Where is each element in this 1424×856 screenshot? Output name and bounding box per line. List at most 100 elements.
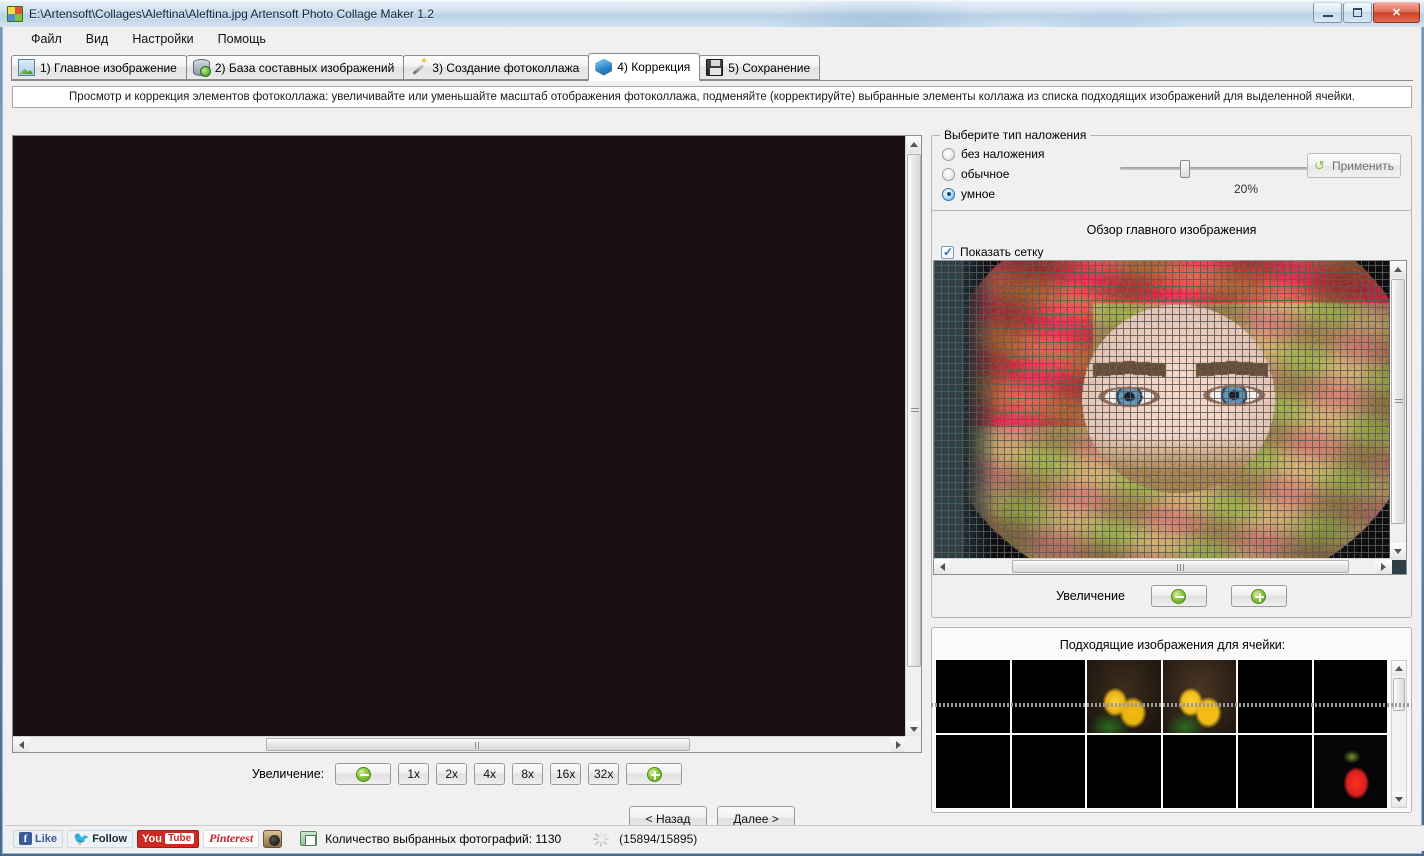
mosaic-tile[interactable] [845, 178, 866, 199]
mosaic-tile[interactable] [366, 551, 387, 572]
mosaic-tile[interactable] [574, 676, 595, 697]
mosaic-tile[interactable] [138, 551, 159, 572]
mosaic-tile[interactable] [658, 634, 679, 655]
mosaic-tile[interactable] [200, 655, 221, 676]
mosaic-tile[interactable] [512, 489, 533, 510]
mosaic-tile[interactable] [283, 427, 304, 448]
mosaic-tile[interactable] [824, 178, 845, 199]
mosaic-tile[interactable] [117, 510, 138, 531]
mosaic-tile[interactable] [741, 136, 762, 157]
mosaic-tile[interactable] [117, 302, 138, 323]
mosaic-tile[interactable] [450, 302, 471, 323]
mosaic-tile[interactable] [761, 717, 782, 738]
mosaic-tile[interactable] [595, 302, 616, 323]
mosaic-tile[interactable] [616, 447, 637, 468]
mosaic-tile[interactable] [242, 323, 263, 344]
mosaic-tile[interactable] [408, 634, 429, 655]
mosaic-tile[interactable] [595, 447, 616, 468]
mosaic-tile[interactable] [450, 593, 471, 614]
mosaic-tile[interactable] [824, 302, 845, 323]
mosaic-tile[interactable] [554, 302, 575, 323]
mosaic-tile[interactable] [678, 530, 699, 551]
mosaic-tile[interactable] [512, 344, 533, 365]
mosaic-tile[interactable] [159, 157, 180, 178]
mosaic-tile[interactable] [221, 676, 242, 697]
mosaic-tile[interactable] [595, 696, 616, 717]
mosaic-tile[interactable] [221, 136, 242, 157]
mosaic-tile[interactable] [325, 634, 346, 655]
mosaic-tile[interactable] [346, 178, 367, 199]
mosaic-tile[interactable] [886, 136, 907, 157]
mosaic-tile[interactable] [470, 364, 491, 385]
mosaic-tile[interactable] [574, 344, 595, 365]
mosaic-tile[interactable] [865, 385, 886, 406]
mosaic-tile[interactable] [761, 510, 782, 531]
mosaic-tile[interactable] [741, 572, 762, 593]
mosaic-tile[interactable] [325, 717, 346, 738]
mosaic-tile[interactable] [283, 447, 304, 468]
mosaic-tile[interactable] [387, 427, 408, 448]
mosaic-tile[interactable] [304, 178, 325, 199]
mosaic-tile[interactable] [450, 136, 471, 157]
mosaic-tile[interactable] [595, 344, 616, 365]
mosaic-tile[interactable] [138, 261, 159, 282]
mosaic-tile[interactable] [304, 489, 325, 510]
mosaic-tile[interactable] [616, 219, 637, 240]
mosaic-tile[interactable] [533, 219, 554, 240]
mosaic-tile[interactable] [450, 281, 471, 302]
mosaic-tile[interactable] [678, 240, 699, 261]
mosaic-tile[interactable] [865, 613, 886, 634]
mosaic-tile[interactable] [450, 344, 471, 365]
mosaic-tile[interactable] [117, 676, 138, 697]
mosaic-tile[interactable] [845, 655, 866, 676]
mosaic-tile[interactable] [865, 655, 886, 676]
mosaic-tile[interactable] [554, 572, 575, 593]
mosaic-tile[interactable] [616, 717, 637, 738]
mosaic-tile[interactable] [554, 385, 575, 406]
mosaic-tile[interactable] [200, 157, 221, 178]
mosaic-tile[interactable] [221, 489, 242, 510]
mosaic-tile[interactable] [325, 530, 346, 551]
mosaic-tile[interactable] [346, 717, 367, 738]
mosaic-tile[interactable] [450, 717, 471, 738]
mosaic-tile[interactable] [242, 717, 263, 738]
mosaic-tile[interactable] [678, 468, 699, 489]
horizontal-splitter[interactable] [931, 703, 1412, 707]
mosaic-tile[interactable] [200, 136, 221, 157]
mosaic-tile[interactable] [491, 178, 512, 199]
mosaic-tile[interactable] [200, 281, 221, 302]
mosaic-tile[interactable] [387, 364, 408, 385]
mosaic-tile[interactable] [450, 510, 471, 531]
mosaic-tile[interactable] [782, 302, 803, 323]
mosaic-tile[interactable] [387, 593, 408, 614]
mosaic-tile[interactable] [824, 157, 845, 178]
pinterest-button[interactable]: Pinterest [203, 829, 260, 848]
mosaic-tile[interactable] [96, 572, 117, 593]
mosaic-tile[interactable] [803, 344, 824, 365]
mosaic-tile[interactable] [761, 364, 782, 385]
preview-horizontal-scrollbar[interactable] [934, 558, 1392, 574]
mosaic-tile[interactable] [75, 655, 96, 676]
mosaic-tile[interactable] [366, 530, 387, 551]
mosaic-tile[interactable] [865, 136, 886, 157]
mosaic-tile[interactable] [387, 696, 408, 717]
mosaic-tile[interactable] [761, 136, 782, 157]
mosaic-tile[interactable] [13, 468, 34, 489]
mosaic-tile[interactable] [865, 530, 886, 551]
mosaic-tile[interactable] [658, 261, 679, 282]
mosaic-tile[interactable] [55, 510, 76, 531]
mosaic-tile[interactable] [138, 198, 159, 219]
mosaic-tile[interactable] [179, 364, 200, 385]
mosaic-tile[interactable] [470, 676, 491, 697]
mosaic-tile[interactable] [886, 468, 907, 489]
mosaic-tile[interactable] [283, 572, 304, 593]
mosaic-tile[interactable] [13, 198, 34, 219]
mosaic-tile[interactable] [616, 427, 637, 448]
mosaic-tile[interactable] [574, 281, 595, 302]
mosaic-tile[interactable] [470, 510, 491, 531]
mosaic-tile[interactable] [699, 219, 720, 240]
mosaic-tile[interactable] [75, 593, 96, 614]
mosaic-tile[interactable] [491, 406, 512, 427]
mosaic-tile[interactable] [491, 696, 512, 717]
mosaic-tile[interactable] [886, 551, 907, 572]
